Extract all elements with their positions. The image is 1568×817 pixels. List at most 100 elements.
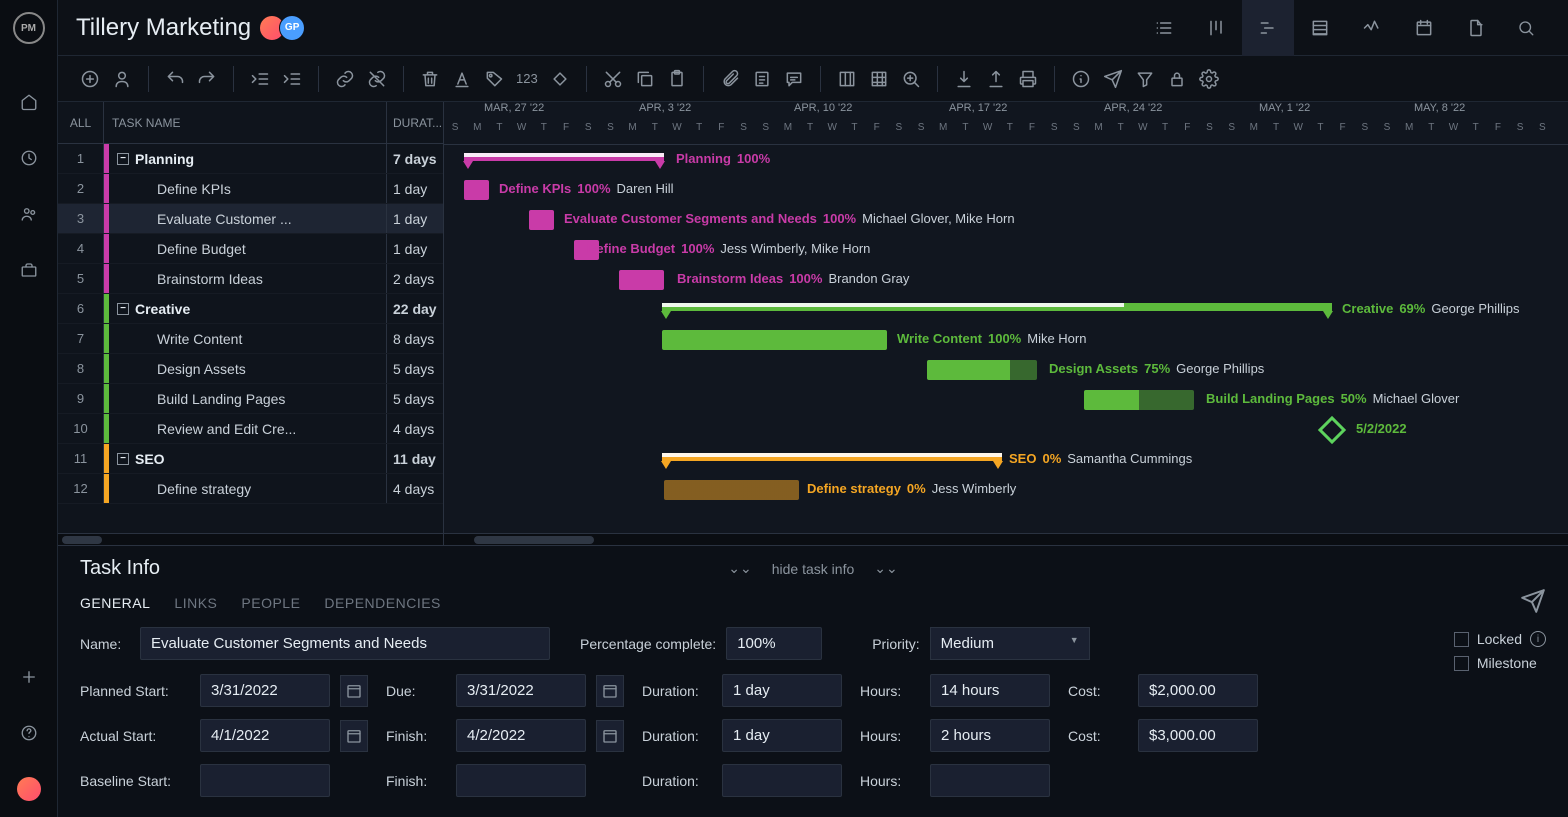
gantt-task-bar[interactable] <box>529 210 554 230</box>
cost-input[interactable] <box>1138 674 1258 707</box>
recent-icon[interactable] <box>17 146 41 170</box>
gantt-summary-bar[interactable] <box>464 153 664 161</box>
lock-icon[interactable] <box>1163 65 1191 93</box>
gantt-task-bar[interactable] <box>619 270 664 290</box>
columns-icon[interactable] <box>833 65 861 93</box>
gantt-task-bar[interactable] <box>662 330 887 350</box>
user-avatar-icon[interactable] <box>17 777 41 801</box>
avatar[interactable]: GP <box>279 15 305 41</box>
person-icon[interactable] <box>108 65 136 93</box>
priority-select[interactable]: Medium <box>930 627 1090 660</box>
hide-task-info-button[interactable]: hide task info <box>772 561 855 577</box>
info-icon[interactable]: i <box>1530 631 1546 647</box>
calendar-icon[interactable] <box>340 675 368 707</box>
gantt-summary-bar[interactable] <box>662 453 1002 461</box>
table-row[interactable]: 9Build Landing Pages5 days <box>58 384 443 414</box>
collaborator-avatars[interactable]: GP <box>265 15 305 41</box>
cost-input[interactable] <box>1138 719 1258 752</box>
table-row[interactable]: 6−Creative22 day <box>58 294 443 324</box>
table-row[interactable]: 4Define Budget1 day <box>58 234 443 264</box>
add-circle-icon[interactable] <box>76 65 104 93</box>
gantt-task-bar[interactable] <box>927 360 1037 380</box>
help-icon[interactable] <box>17 721 41 745</box>
team-icon[interactable] <box>17 202 41 226</box>
table-row[interactable]: 5Brainstorm Ideas2 days <box>58 264 443 294</box>
sheet-view-icon[interactable] <box>1294 0 1346 56</box>
attachment-icon[interactable] <box>716 65 744 93</box>
print-icon[interactable] <box>1014 65 1042 93</box>
due-input[interactable] <box>456 674 586 707</box>
table-row[interactable]: 10Review and Edit Cre...4 days <box>58 414 443 444</box>
text-color-icon[interactable] <box>448 65 476 93</box>
grid-h-scrollbar[interactable] <box>58 533 443 545</box>
tag-icon[interactable] <box>480 65 508 93</box>
export-icon[interactable] <box>982 65 1010 93</box>
col-task-name[interactable]: TASK NAME <box>104 102 387 143</box>
calendar-view-icon[interactable] <box>1398 0 1450 56</box>
send-paper-plane-icon[interactable] <box>1520 588 1546 617</box>
milestone-icon[interactable] <box>546 65 574 93</box>
pct-input[interactable] <box>726 627 822 660</box>
calendar-icon[interactable] <box>596 675 624 707</box>
redo-icon[interactable] <box>193 65 221 93</box>
list-view-icon[interactable] <box>1138 0 1190 56</box>
baseline-finish-input[interactable] <box>456 764 586 797</box>
cut-icon[interactable] <box>599 65 627 93</box>
table-row[interactable]: 2Define KPIs1 day <box>58 174 443 204</box>
info-icon[interactable] <box>1067 65 1095 93</box>
gantt-view-icon[interactable] <box>1242 0 1294 56</box>
baseline-duration-input[interactable] <box>722 764 842 797</box>
search-icon[interactable] <box>1502 19 1550 37</box>
settings-icon[interactable] <box>1195 65 1223 93</box>
tab-people[interactable]: PEOPLE <box>241 595 300 611</box>
name-input[interactable] <box>140 627 550 660</box>
calendar-icon[interactable] <box>340 720 368 752</box>
indent-icon[interactable] <box>278 65 306 93</box>
zoom-icon[interactable] <box>897 65 925 93</box>
duration-input[interactable] <box>722 674 842 707</box>
duration-input[interactable] <box>722 719 842 752</box>
add-icon[interactable] <box>17 665 41 689</box>
baseline-start-input[interactable] <box>200 764 330 797</box>
planned-start-input[interactable] <box>200 674 330 707</box>
gantt-task-bar[interactable] <box>464 180 489 200</box>
actual-start-input[interactable] <box>200 719 330 752</box>
dashboard-view-icon[interactable] <box>1346 0 1398 56</box>
table-row[interactable]: 12Define strategy4 days <box>58 474 443 504</box>
gantt-task-bar[interactable] <box>1084 390 1194 410</box>
tab-links[interactable]: LINKS <box>174 595 217 611</box>
send-icon[interactable] <box>1099 65 1127 93</box>
unlink-icon[interactable] <box>363 65 391 93</box>
comment-icon[interactable] <box>780 65 808 93</box>
tab-dependencies[interactable]: DEPENDENCIES <box>324 595 440 611</box>
milestone-checkbox[interactable] <box>1454 656 1469 671</box>
gantt-h-scrollbar[interactable] <box>444 533 1568 545</box>
locked-checkbox[interactable] <box>1454 632 1469 647</box>
chevron-down-icon[interactable]: ⌄⌄ <box>728 560 751 577</box>
table-row[interactable]: 8Design Assets5 days <box>58 354 443 384</box>
note-icon[interactable] <box>748 65 776 93</box>
tab-general[interactable]: GENERAL <box>80 595 150 611</box>
finish-input[interactable] <box>456 719 586 752</box>
grid-icon[interactable] <box>865 65 893 93</box>
hours-input[interactable] <box>930 719 1050 752</box>
undo-icon[interactable] <box>161 65 189 93</box>
outdent-icon[interactable] <box>246 65 274 93</box>
files-view-icon[interactable] <box>1450 0 1502 56</box>
copy-icon[interactable] <box>631 65 659 93</box>
gantt-task-bar[interactable] <box>664 480 799 500</box>
home-icon[interactable] <box>17 90 41 114</box>
chevron-down-icon[interactable]: ⌄⌄ <box>874 560 897 577</box>
baseline-hours-input[interactable] <box>930 764 1050 797</box>
app-logo[interactable]: PM <box>13 12 45 44</box>
col-all[interactable]: ALL <box>58 102 104 143</box>
col-duration[interactable]: DURAT... <box>387 102 443 143</box>
board-view-icon[interactable] <box>1190 0 1242 56</box>
calendar-icon[interactable] <box>596 720 624 752</box>
import-icon[interactable] <box>950 65 978 93</box>
delete-icon[interactable] <box>416 65 444 93</box>
table-row[interactable]: 1−Planning7 days <box>58 144 443 174</box>
paste-icon[interactable] <box>663 65 691 93</box>
table-row[interactable]: 7Write Content8 days <box>58 324 443 354</box>
link-icon[interactable] <box>331 65 359 93</box>
